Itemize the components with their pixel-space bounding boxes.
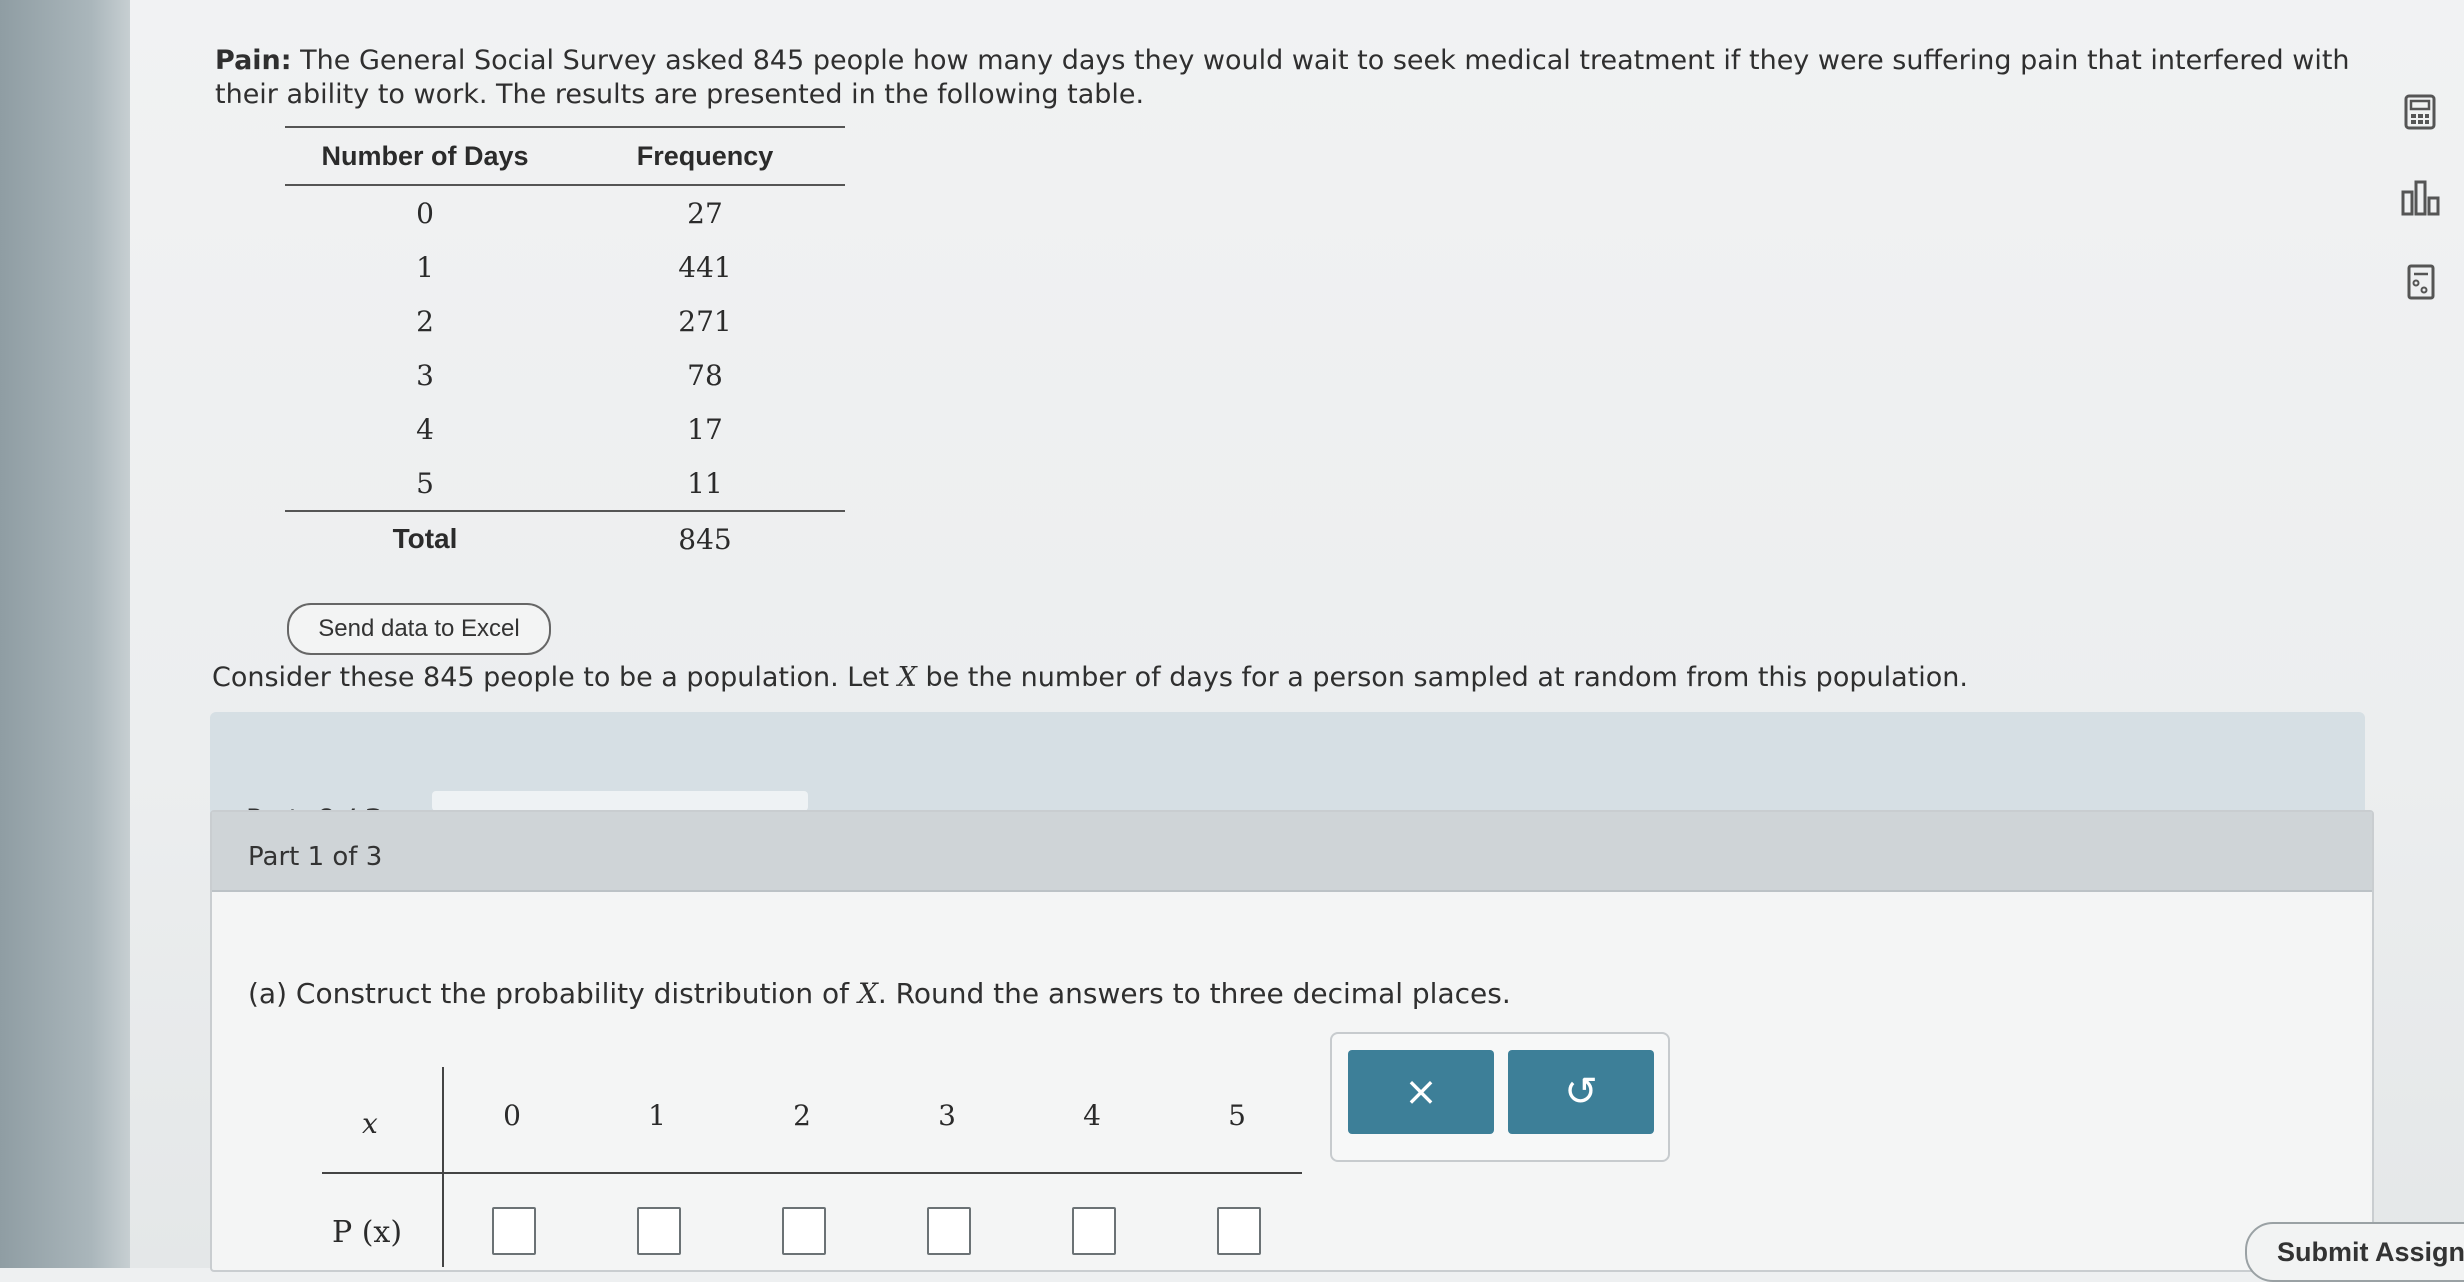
- question-suffix: . Round the answers to three decimal pla…: [877, 977, 1511, 1010]
- x-value: 5: [1228, 1099, 1246, 1132]
- probability-input-0[interactable]: [492, 1207, 536, 1255]
- table-row: 0 27: [285, 186, 845, 240]
- left-background-strip: [0, 0, 130, 1268]
- total-label: Total: [392, 523, 458, 554]
- calculator-icon[interactable]: [2400, 92, 2440, 132]
- question-variable: X: [857, 977, 878, 1010]
- cell-frequency: 441: [678, 250, 732, 284]
- cell-frequency: 11: [687, 466, 723, 500]
- table-horizontal-divider: [322, 1172, 1302, 1174]
- probability-input-2[interactable]: [782, 1207, 826, 1255]
- header-days: Number of Days: [321, 140, 529, 171]
- table-total-row: Total 845: [285, 510, 845, 566]
- undo-icon: ↺: [1564, 1069, 1598, 1115]
- table-vertical-divider: [442, 1067, 444, 1267]
- intro-line-1: Pain: The General Social Survey asked 84…: [215, 10, 2415, 78]
- answer-tools: × ↺: [1330, 1032, 1670, 1162]
- part-title: Part 1 of 3: [248, 842, 383, 872]
- statement-variable: X: [897, 662, 917, 693]
- part-header: Part 1 of 3: [212, 812, 2372, 892]
- cell-frequency: 78: [687, 358, 723, 392]
- probability-input-4[interactable]: [1072, 1207, 1116, 1255]
- total-value: 845: [678, 522, 732, 556]
- part-card: Part 1 of 3 (a) Construct the probabilit…: [210, 810, 2374, 1272]
- cell-days: 4: [416, 412, 434, 446]
- clear-button[interactable]: ×: [1348, 1050, 1494, 1134]
- x-row-label: x: [362, 1107, 378, 1140]
- p-row-label: P (x): [332, 1215, 403, 1250]
- undo-button[interactable]: ↺: [1508, 1050, 1654, 1134]
- probability-input-5[interactable]: [1217, 1207, 1261, 1255]
- probability-input-3[interactable]: [927, 1207, 971, 1255]
- cell-frequency: 27: [687, 196, 723, 230]
- intro-text-1: The General Social Survey asked 845 peop…: [300, 45, 2350, 76]
- question-text: (a) Construct the probability distributi…: [248, 977, 1511, 1010]
- data-sheet-icon[interactable]: [2400, 262, 2440, 302]
- table-row: 3 78: [285, 348, 845, 402]
- x-value: 3: [938, 1099, 956, 1132]
- close-icon: ×: [1404, 1069, 1438, 1115]
- statement-text-2: be the number of days for a person sampl…: [916, 662, 1968, 693]
- header-frequency: Frequency: [636, 140, 774, 171]
- problem-intro: Pain: The General Social Survey asked 84…: [215, 10, 2415, 112]
- table-row: 5 11: [285, 456, 845, 510]
- progress-bar: [432, 791, 808, 811]
- send-to-excel-button[interactable]: Send data to Excel: [287, 603, 551, 655]
- problem-label: Pain:: [215, 45, 292, 76]
- cell-days: 2: [416, 304, 434, 338]
- statement-text-1: Consider these 845 people to be a popula…: [212, 662, 898, 693]
- x-value: 4: [1083, 1099, 1101, 1132]
- cell-days: 0: [416, 196, 434, 230]
- cell-frequency: 17: [687, 412, 723, 446]
- intro-line-2: their ability to work. The results are p…: [215, 79, 1145, 110]
- question-prefix: (a) Construct the probability distributi…: [248, 977, 858, 1010]
- probability-table: x P (x) 0 1 2 3 4 5: [322, 1067, 1322, 1277]
- x-value: 1: [648, 1099, 666, 1132]
- x-value: 2: [793, 1099, 811, 1132]
- frequency-table: Number of Days Frequency 0 27 1 441 2 27…: [285, 126, 845, 566]
- probability-input-1[interactable]: [637, 1207, 681, 1255]
- cell-days: 1: [416, 250, 434, 284]
- population-statement: Consider these 845 people to be a popula…: [212, 662, 2112, 693]
- table-row: 4 17: [285, 402, 845, 456]
- table-header-row: Number of Days Frequency: [285, 128, 845, 186]
- cell-days: 5: [416, 466, 434, 500]
- x-value: 0: [503, 1099, 521, 1132]
- submit-assignment-button[interactable]: Submit Assignment: [2245, 1222, 2464, 1282]
- table-row: 2 271: [285, 294, 845, 348]
- cell-days: 3: [416, 358, 434, 392]
- cell-frequency: 271: [678, 304, 732, 338]
- table-row: 1 441: [285, 240, 845, 294]
- bar-chart-icon[interactable]: [2400, 178, 2440, 218]
